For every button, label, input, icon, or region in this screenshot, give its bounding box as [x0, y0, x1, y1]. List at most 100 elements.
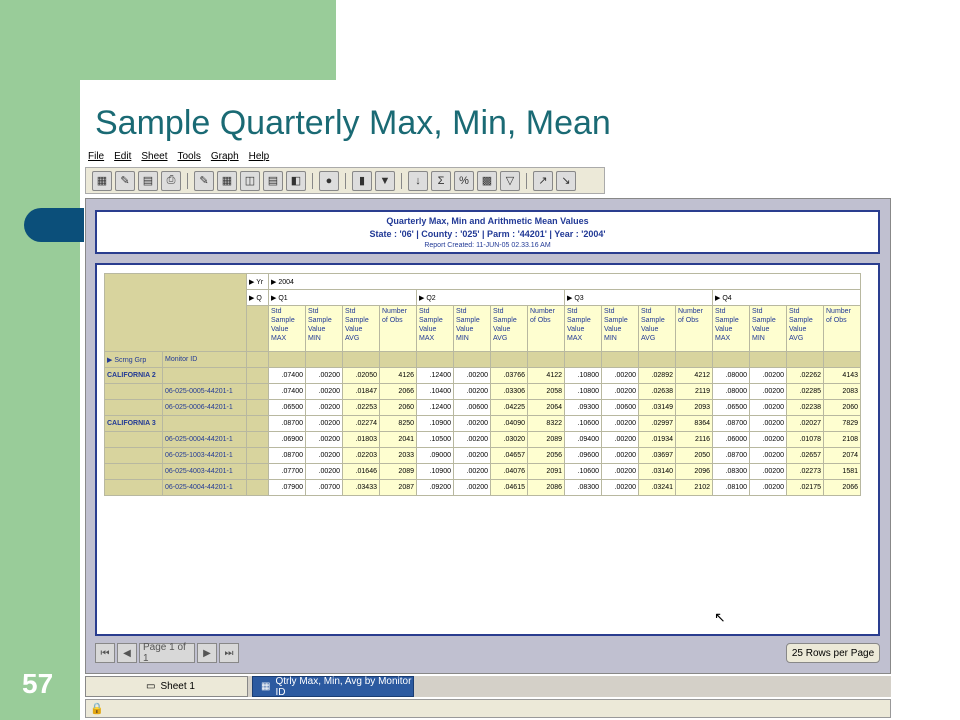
value-cell: 2083 — [823, 383, 861, 400]
value-cell: .00200 — [749, 447, 787, 464]
quarter-header[interactable]: ▶ Q1 — [268, 289, 417, 306]
menu-tools[interactable]: Tools — [178, 151, 201, 167]
value-cell: .00200 — [305, 399, 343, 416]
value-cell: 2086 — [527, 479, 565, 496]
value-cell: .00200 — [601, 479, 639, 496]
measure-header: Std Sample Value MAX — [564, 305, 602, 352]
table-icon[interactable]: ▦ — [217, 170, 237, 191]
value-cell: .08700 — [712, 415, 750, 432]
value-cell: .00200 — [305, 415, 343, 432]
quarter-label: Q2 — [426, 294, 436, 302]
quarter-header[interactable]: ▶ Q3 — [564, 289, 713, 306]
group-cell[interactable]: CALIFORNIA 2 — [104, 367, 163, 384]
drill-icon[interactable]: ▼ — [375, 170, 395, 191]
next-page-icon[interactable]: ▶ — [197, 643, 217, 663]
value-cell: .00200 — [749, 479, 787, 496]
sum-icon[interactable]: Σ — [431, 170, 451, 191]
value-cell: .10900 — [416, 415, 454, 432]
value-cell: .02274 — [342, 415, 380, 432]
chart-table-icon[interactable]: ▤ — [263, 170, 283, 191]
menu-graph[interactable]: Graph — [211, 151, 239, 167]
value-cell: .00200 — [453, 367, 491, 384]
prev-page-icon[interactable]: ◀ — [117, 643, 137, 663]
monitor-cell[interactable]: 06-025-4003-44201-1 — [162, 463, 247, 480]
value-cell: .04615 — [490, 479, 528, 496]
tab-qtrly-max-min-avg[interactable]: ▦ Qtrly Max, Min, Avg by Monitor ID — [252, 676, 414, 698]
menu-file[interactable]: File — [88, 151, 104, 167]
format-icon[interactable]: ● — [319, 170, 339, 191]
value-cell: .06000 — [712, 431, 750, 448]
report-title: Quarterly Max, Min and Arithmetic Mean V… — [386, 216, 589, 226]
monitor-cell — [162, 415, 247, 432]
filter-icon[interactable]: ▽ — [500, 170, 520, 191]
value-cell: .03020 — [490, 431, 528, 448]
value-cell: .00200 — [453, 383, 491, 400]
save-icon[interactable]: ▤ — [138, 170, 158, 191]
row-dim-scrng-grp[interactable]: ▶ Scrng Grp — [104, 351, 163, 368]
value-cell: 2066 — [379, 383, 417, 400]
measure-spacer — [675, 351, 713, 368]
import-icon[interactable]: ↗ — [533, 170, 553, 191]
crosstab-icon[interactable]: ◫ — [240, 170, 260, 191]
measure-spacer — [527, 351, 565, 368]
yr-dimension-label[interactable]: ▶ Yr — [246, 273, 269, 290]
menu-edit[interactable]: Edit — [114, 151, 131, 167]
export-icon[interactable]: ↓ — [408, 170, 428, 191]
pivot-table: ▶ Yr ▶ 2004 ▶ Q ▶ Q1 ▶ Q2 ▶ Q3 ▶ Q4 Std Sample … — [104, 273, 861, 496]
pivot-icon[interactable]: ◧ — [286, 170, 306, 191]
quarter-header[interactable]: ▶ Q2 — [416, 289, 565, 306]
percent-icon[interactable]: % — [454, 170, 474, 191]
quarter-header[interactable]: ▶ Q4 — [712, 289, 861, 306]
value-cell: .00200 — [453, 479, 491, 496]
measure-spacer — [749, 351, 787, 368]
table-row: 06-025-0005-44201-1.07400.00200.01847 206… — [104, 383, 861, 400]
measure-header: Std Sample Value MIN — [305, 305, 343, 352]
value-cell: 2064 — [527, 399, 565, 416]
value-cell: .10800 — [564, 367, 602, 384]
print-icon[interactable]: ⎙ — [161, 170, 181, 191]
measure-header: Std Sample Value AVG — [638, 305, 676, 352]
value-cell: .00200 — [749, 399, 787, 416]
measure-header: Std Sample Value AVG — [786, 305, 824, 352]
menu-sheet[interactable]: Sheet — [141, 151, 167, 167]
value-cell: 2102 — [675, 479, 713, 496]
tab-sheet-1[interactable]: ▭ Sheet 1 — [85, 676, 248, 697]
value-cell: .07400 — [268, 367, 306, 384]
measure-header: Std Sample Value AVG — [490, 305, 528, 352]
value-cell: .01803 — [342, 431, 380, 448]
rows-per-page-button[interactable]: 25 Rows per Page — [786, 643, 880, 663]
calculator-icon[interactable]: ▩ — [477, 170, 497, 191]
value-cell: 2050 — [675, 447, 713, 464]
open-icon[interactable]: ▦ — [92, 170, 112, 191]
row-spacer — [246, 399, 269, 416]
query-icon[interactable]: ✎ — [194, 170, 214, 191]
monitor-cell[interactable]: 06-025-4004-44201-1 — [162, 479, 247, 496]
first-page-icon[interactable]: ⏮ — [95, 643, 115, 663]
monitor-cell[interactable]: 06-025-0005-44201-1 — [162, 383, 247, 400]
value-cell: 2116 — [675, 431, 713, 448]
menu-help[interactable]: Help — [249, 151, 270, 167]
value-cell: 4126 — [379, 367, 417, 384]
row-dim-monitor-id[interactable]: Monitor ID — [162, 351, 247, 368]
value-cell: .02262 — [786, 367, 824, 384]
q-dimension-label[interactable]: ▶ Q — [246, 289, 269, 306]
bar-chart-icon[interactable]: ▮ — [352, 170, 372, 191]
toolbar: ▦ ✎ ▤ ⎙ ✎ ▦ ◫ ▤ ◧ ● ▮ ▼ ↓ Σ % ▩ ▽ ↗ ↘ — [85, 167, 605, 194]
measure-header: Number of Obs — [675, 305, 713, 352]
group-cell[interactable]: CALIFORNIA 3 — [104, 415, 163, 432]
monitor-cell[interactable]: 06-025-0006-44201-1 — [162, 399, 247, 416]
share-icon[interactable]: ↘ — [556, 170, 576, 191]
value-cell: .02050 — [342, 367, 380, 384]
monitor-cell[interactable]: 06-025-1003-44201-1 — [162, 447, 247, 464]
year-value-cell[interactable]: ▶ 2004 — [268, 273, 861, 290]
row-dim-label: Scrng Grp — [114, 356, 147, 364]
edit-icon[interactable]: ✎ — [115, 170, 135, 191]
value-cell: .02238 — [786, 399, 824, 416]
last-page-icon[interactable]: ⏭ — [219, 643, 239, 663]
monitor-cell[interactable]: 06-025-0004-44201-1 — [162, 431, 247, 448]
table-row: 06-025-0006-44201-1.06500.00200.02253 206… — [104, 399, 861, 416]
value-cell: 8250 — [379, 415, 417, 432]
value-cell: 2060 — [379, 399, 417, 416]
value-cell: .06500 — [712, 399, 750, 416]
value-cell: 2058 — [527, 383, 565, 400]
